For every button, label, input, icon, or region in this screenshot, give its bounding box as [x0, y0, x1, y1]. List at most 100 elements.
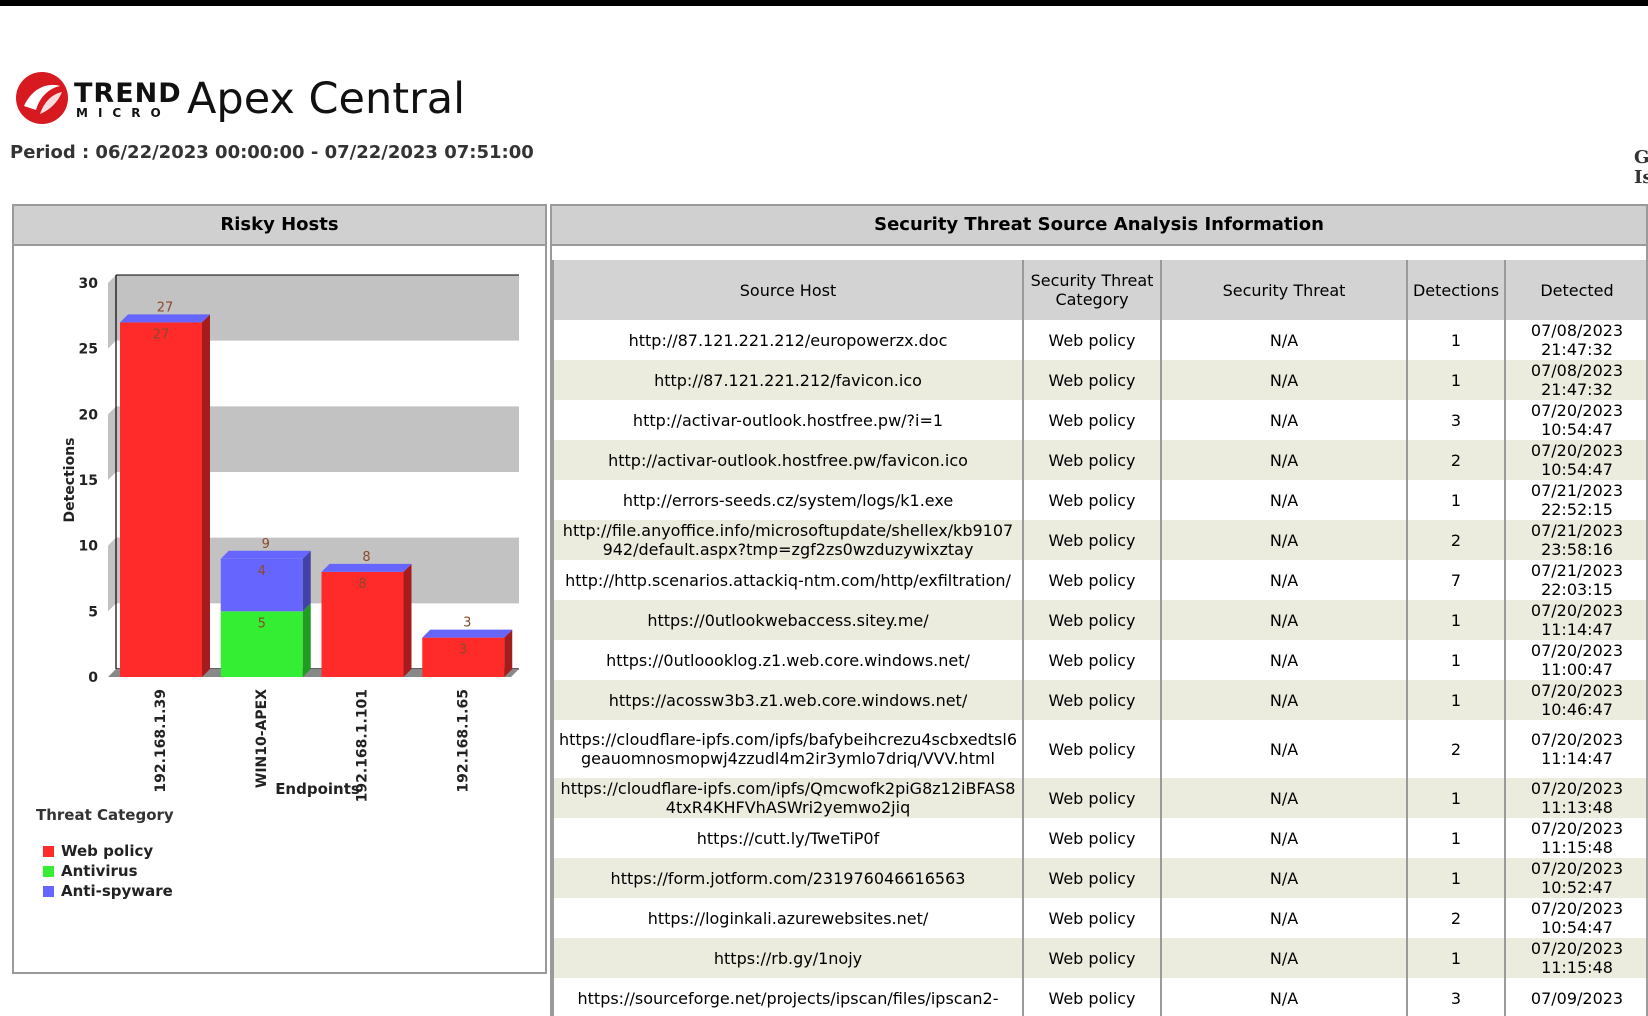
- detected-date: 07/08/2023: [1530, 321, 1624, 340]
- risky-hosts-chart: 0 5 10 15 20 25 30 Detections 27 27 192.168.1.39 5 4…: [36, 274, 519, 900]
- table-row[interactable]: https://cloudflare-ipfs.com/ipfs/bafybei…: [552, 720, 1646, 778]
- detected-time: 21:47:32: [1541, 340, 1613, 359]
- detected-cell: 07/20/2023 11:14:47: [1504, 720, 1646, 778]
- bar-top: [321, 563, 412, 572]
- column-header-source-host[interactable]: Source Host: [552, 260, 1024, 320]
- table-row[interactable]: http://activar-outlook.hostfree.pw/favic…: [552, 440, 1646, 480]
- detected-cell: 07/20/2023 11:00:47: [1504, 640, 1646, 680]
- detections-cell: 1: [1406, 680, 1506, 720]
- detections-cell: 2: [1406, 520, 1506, 560]
- detected-time: 10:54:47: [1541, 460, 1613, 479]
- legend-item-label: Web policy: [61, 842, 153, 860]
- detected-cell: 07/20/2023 11:14:47: [1504, 600, 1646, 640]
- source-host-cell: http://activar-outlook.hostfree.pw/favic…: [552, 440, 1024, 480]
- bar-segment-label: 5: [258, 616, 266, 631]
- detected-date: 07/21/2023: [1530, 561, 1624, 580]
- table-row[interactable]: http://http.scenarios.attackiq-ntm.com/h…: [552, 560, 1646, 600]
- bar-total-label: 3: [463, 616, 471, 631]
- detected-date: 07/08/2023: [1530, 361, 1624, 380]
- detections-cell: 2: [1406, 898, 1506, 938]
- detected-time: 11:00:47: [1541, 660, 1613, 679]
- security-threat-cell: N/A: [1160, 778, 1408, 818]
- bar-segment-label: 27: [153, 327, 170, 342]
- y-tick-label: 15: [79, 473, 98, 489]
- detected-time: 11:14:47: [1541, 620, 1613, 639]
- detected-time: 11:14:47: [1541, 749, 1613, 768]
- detected-date: 07/20/2023: [1530, 859, 1624, 878]
- source-host-cell: https://cloudflare-ipfs.com/ipfs/bafybei…: [552, 720, 1024, 778]
- detected-time: 22:03:15: [1541, 580, 1613, 599]
- threat-source-table: Source Host Security Threat Category Sec…: [552, 260, 1646, 1016]
- x-axis-label: Endpoints: [275, 780, 360, 798]
- detected-cell: 07/20/2023 10:54:47: [1504, 898, 1646, 938]
- detected-time: 23:58:16: [1541, 540, 1613, 559]
- threat-category-cell: Web policy: [1022, 778, 1162, 818]
- detections-cell: 1: [1406, 600, 1506, 640]
- column-header-security-threat[interactable]: Security Threat: [1160, 260, 1408, 320]
- column-header-detections[interactable]: Detections: [1406, 260, 1506, 320]
- detected-time: 10:54:47: [1541, 420, 1613, 439]
- security-threat-cell: N/A: [1160, 320, 1408, 360]
- threat-category-cell: Web policy: [1022, 898, 1162, 938]
- table-row[interactable]: https://sourceforge.net/projects/ipscan/…: [552, 978, 1646, 1016]
- source-host-cell: http://errors-seeds.cz/system/logs/k1.ex…: [552, 480, 1024, 520]
- security-threat-cell: N/A: [1160, 978, 1408, 1016]
- table-row[interactable]: https://loginkali.azurewebsites.net/Web …: [552, 898, 1646, 938]
- bar-segment-label: 8: [358, 577, 366, 592]
- clipped-edge-text: G Is: [1634, 148, 1648, 188]
- security-threat-cell: N/A: [1160, 360, 1408, 400]
- security-threat-cell: N/A: [1160, 818, 1408, 858]
- table-row[interactable]: https://cloudflare-ipfs.com/ipfs/Qmcwofk…: [552, 778, 1646, 818]
- source-host-cell: https://sourceforge.net/projects/ipscan/…: [552, 978, 1024, 1016]
- table-row[interactable]: http://activar-outlook.hostfree.pw/?i=1 W…: [552, 400, 1646, 440]
- threat-category-cell: Web policy: [1022, 520, 1162, 560]
- source-host-cell: https://rb.gy/1nojy: [552, 938, 1024, 978]
- table-row[interactable]: http://87.121.221.212/favicon.ico Web pol…: [552, 360, 1646, 400]
- threat-source-panel: Security Threat Source Analysis Informat…: [550, 204, 1648, 1016]
- detected-date: 07/20/2023: [1530, 681, 1624, 700]
- security-threat-cell: N/A: [1160, 858, 1408, 898]
- table-row[interactable]: https://cutt.ly/TweTiP0f Web policy N/A 1 07…: [552, 818, 1646, 858]
- source-host-cell: https://loginkali.azurewebsites.net/: [552, 898, 1024, 938]
- security-threat-cell: N/A: [1160, 560, 1408, 600]
- detected-cell: 07/20/2023 10:54:47: [1504, 400, 1646, 440]
- threat-category-cell: Web policy: [1022, 400, 1162, 440]
- table-row[interactable]: http://87.121.221.212/europowerzx.doc Web…: [552, 320, 1646, 360]
- detected-date: 07/09/2023: [1530, 988, 1624, 1008]
- detected-cell: 07/20/2023 10:46:47: [1504, 680, 1646, 720]
- bar-side: [504, 629, 513, 677]
- brand-name-bottom: MICRO: [76, 106, 171, 120]
- product-title: Apex Central: [187, 74, 466, 124]
- detected-cell: 07/20/2023 10:54:47: [1504, 440, 1646, 480]
- threat-table-body: http://87.121.221.212/europowerzx.doc Web…: [552, 320, 1646, 1016]
- security-threat-cell: N/A: [1160, 938, 1408, 978]
- legend-swatch: [43, 846, 54, 857]
- table-row[interactable]: https://form.jotform.com/231976046616563…: [552, 858, 1646, 898]
- bar-top: [220, 550, 311, 559]
- table-row[interactable]: http://file.anyoffice.info/microsoftupda…: [552, 520, 1646, 560]
- detected-date: 07/21/2023: [1530, 521, 1624, 540]
- clipped-edge-text-line1: G: [1634, 147, 1648, 168]
- threat-category-cell: Web policy: [1022, 938, 1162, 978]
- threat-category-cell: Web policy: [1022, 978, 1162, 1016]
- threat-category-cell: Web policy: [1022, 480, 1162, 520]
- security-threat-cell: N/A: [1160, 400, 1408, 440]
- detected-time: 11:15:48: [1541, 838, 1613, 857]
- column-header-detected[interactable]: Detected: [1504, 260, 1646, 320]
- risky-hosts-panel: Risky Hosts 0 5 10 15 20 25 30 Detections 27 27 19…: [12, 204, 547, 974]
- brand-name-top: TREND: [74, 78, 182, 109]
- table-row[interactable]: http://errors-seeds.cz/system/logs/k1.ex…: [552, 480, 1646, 520]
- threat-category-cell: Web policy: [1022, 680, 1162, 720]
- security-threat-cell: N/A: [1160, 898, 1408, 938]
- table-row[interactable]: https://rb.gy/1nojy Web policy N/A 1 07/20/2…: [552, 938, 1646, 978]
- risky-hosts-title: Risky Hosts: [14, 206, 545, 246]
- detected-cell: 07/20/2023 11:13:48: [1504, 778, 1646, 818]
- table-row[interactable]: https://acossw3b3.z1.web.core.windows.ne…: [552, 680, 1646, 720]
- legend-swatch: [43, 866, 54, 877]
- column-header-threat-category[interactable]: Security Threat Category: [1022, 260, 1162, 320]
- detections-cell: 2: [1406, 440, 1506, 480]
- detections-cell: 1: [1406, 640, 1506, 680]
- detections-cell: 1: [1406, 778, 1506, 818]
- table-row[interactable]: https://0utlookwebaccess.sitey.me/Web po…: [552, 600, 1646, 640]
- table-row[interactable]: https://0utloooklog.z1.web.core.windows.…: [552, 640, 1646, 680]
